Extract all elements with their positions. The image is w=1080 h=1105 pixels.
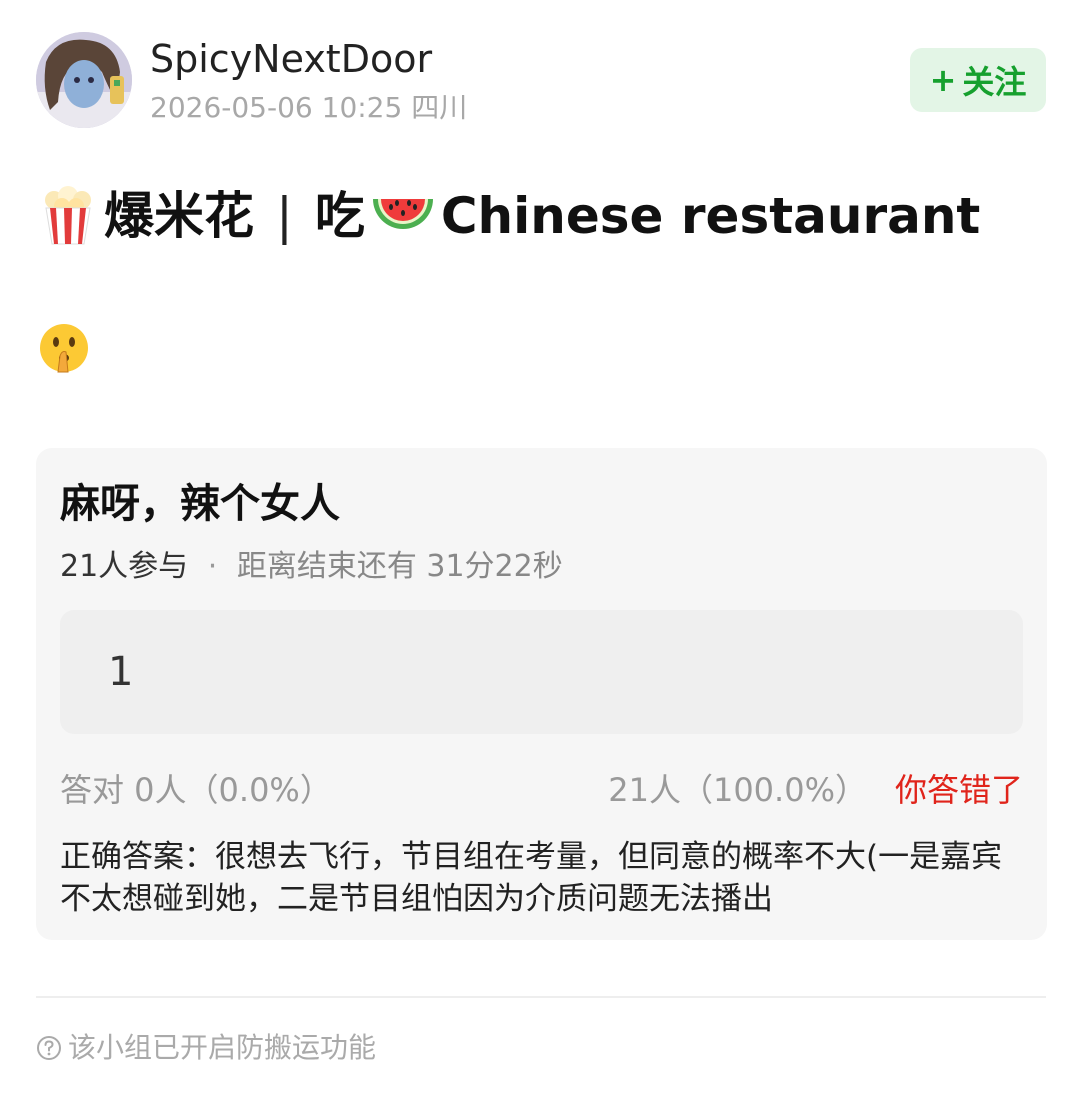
username[interactable]: SpicyNextDoor <box>150 36 432 82</box>
quiz-meta: 21人参与 · 距离结束还有 31分22秒 <box>60 548 563 586</box>
title-english-text: Chinese restaurant <box>440 187 981 245</box>
quiz-countdown: 距离结束还有 31分22秒 <box>236 549 563 584</box>
notice-text: 该小组已开启防搬运功能 <box>68 1031 377 1064</box>
title-popcorn-text: 爆米花 <box>104 187 254 245</box>
wrong-answer-label: 你答错了 <box>894 771 1023 809</box>
quiz-participants: 21人参与 <box>60 549 189 584</box>
follow-button[interactable]: + 关注 <box>910 48 1046 112</box>
anti-repost-notice: 该小组已开启防搬运功能 <box>36 1030 376 1066</box>
option-stats-count: 21人（100.0%） <box>608 771 867 809</box>
plus-icon: + <box>929 61 957 99</box>
follow-label: 关注 <box>962 63 1027 101</box>
question-circle-icon <box>37 1036 61 1060</box>
quiz-title: 麻呀，辣个女人 <box>60 481 340 527</box>
quiz-meta-separator: · <box>207 549 218 584</box>
quiz-option[interactable]: 1 <box>60 610 1023 734</box>
watermelon-emoji <box>372 199 433 229</box>
option-stats: 21人（100.0%） 你答错了 <box>608 770 1023 810</box>
title-eat-text: 吃 <box>314 187 365 245</box>
post-header: SpicyNextDoor 2026-05-06 10:25 四川 + 关注 <box>36 32 1046 132</box>
avatar[interactable] <box>36 32 132 128</box>
shushing-face-emoji <box>40 324 88 373</box>
popcorn-emoji <box>45 186 91 245</box>
post-datetime: 2026-05-06 10:25 <box>150 91 403 124</box>
post-meta: 2026-05-06 10:25 四川 <box>150 90 467 126</box>
quiz-option-label: 1 <box>108 649 134 695</box>
divider <box>36 996 1046 998</box>
quiz-card: 麻呀，辣个女人 21人参与 · 距离结束还有 31分22秒 1 答对 0人（0.… <box>36 448 1047 940</box>
correct-stats: 答对 0人（0.0%） <box>60 771 332 809</box>
correct-answer-text: 正确答案：很想去飞行，节目组在考量，但同意的概率不大(一是嘉宾不太想碰到她，二是… <box>60 839 1003 917</box>
post-title: 爆米花 | 吃 Chinese restaurant <box>40 182 1050 250</box>
title-separator: | <box>276 187 293 245</box>
post-location: 四川 <box>411 91 468 124</box>
